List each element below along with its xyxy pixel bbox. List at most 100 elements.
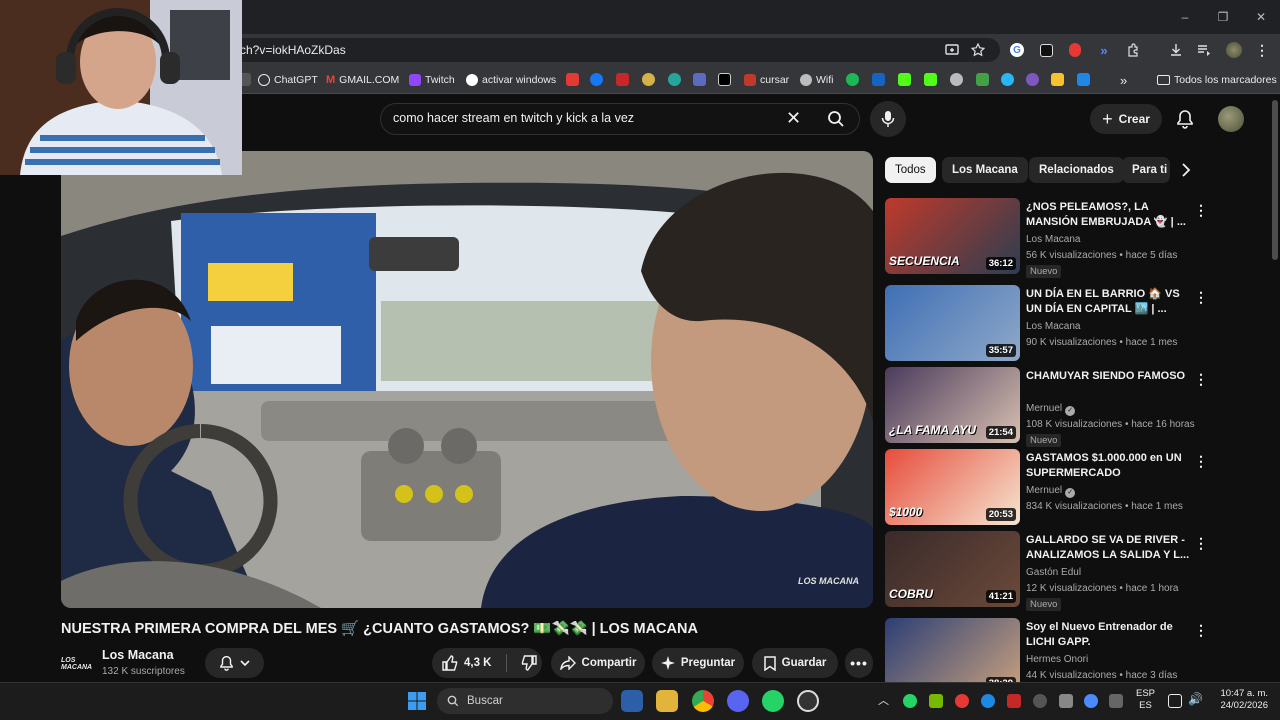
volume-icon[interactable]: 🔊 <box>1188 692 1203 706</box>
recommendation-card[interactable]: COBRU 41:21 GALLARDO SE VA DE RIVER - ANAL… <box>885 531 1265 611</box>
video-thumbnail[interactable]: ¿LA FAMA AYU 21:54 <box>885 367 1020 443</box>
microphone-tray-icon[interactable] <box>1084 694 1098 708</box>
chips-next-button[interactable] <box>1180 162 1196 180</box>
all-bookmarks-folder[interactable]: Todos los marcadores <box>1157 71 1277 89</box>
recommendation-channel[interactable]: Los Macana <box>1026 234 1080 245</box>
profile-avatar-icon[interactable] <box>1224 40 1244 60</box>
maximize-button[interactable]: ❐ <box>1204 0 1242 34</box>
recommendation-title[interactable]: ¿NOS PELEAMOS?, LA MANSIÓN EMBRUJADA 👻 |… <box>1026 200 1191 230</box>
clock[interactable]: 10:47 a. m. 24/02/2026 <box>1212 688 1268 712</box>
bookmark-icon[interactable] <box>1051 73 1064 86</box>
bookmark-chatgpt[interactable]: ChatGPT <box>258 71 318 89</box>
language-indicator[interactable]: ESP ES <box>1136 688 1155 712</box>
more-vertical-icon[interactable]: ⋮ <box>1194 535 1208 551</box>
recommendation-channel[interactable]: Los Macana <box>1026 321 1080 332</box>
start-button[interactable] <box>406 690 428 712</box>
bookmark-icon[interactable] <box>1026 73 1039 86</box>
video-thumbnail[interactable]: COBRU 41:21 <box>885 531 1020 607</box>
extension-blue-icon[interactable]: » <box>1094 40 1114 60</box>
kick-bookmark-icon[interactable] <box>898 73 911 86</box>
recommendation-channel[interactable]: Hermes Onori <box>1026 654 1088 665</box>
recommendation-channel[interactable]: Gastón Edul <box>1026 567 1081 578</box>
recommendation-card[interactable]: SECUENCIA 36:12 ¿NOS PELEAMOS?, LA MANSIÓN… <box>885 198 1265 278</box>
more-vertical-icon[interactable]: ⋮ <box>1194 453 1208 469</box>
spotify-bookmark-icon[interactable] <box>846 73 859 86</box>
recommendation-card[interactable]: $1000 20:53 GASTAMOS $1.000.000 en UN SUPE… <box>885 449 1265 529</box>
bookmark-gmail[interactable]: M GMAIL.COM <box>326 71 399 89</box>
keyboard-tray-icon[interactable] <box>1109 694 1123 708</box>
channel-avatar[interactable]: LOS MACANA <box>61 648 93 680</box>
recommendation-channel[interactable]: Mernuel ✓ <box>1026 485 1076 498</box>
bookmark-icon[interactable] <box>872 73 885 86</box>
chip-los-macana[interactable]: Los Macana <box>942 157 1028 183</box>
chrome-icon[interactable] <box>692 690 714 712</box>
bookmark-icon[interactable] <box>642 73 655 86</box>
bookmark-icon[interactable] <box>976 73 989 86</box>
downloads-icon[interactable] <box>1166 40 1186 60</box>
like-button[interactable]: 4,3 K <box>442 655 492 671</box>
tray-icon[interactable] <box>1033 694 1047 708</box>
minimize-button[interactable]: – <box>1166 0 1204 34</box>
tray-icon[interactable] <box>955 694 969 708</box>
bookmark-icon[interactable] <box>668 73 681 86</box>
file-explorer-icon[interactable] <box>656 690 678 712</box>
usb-tray-icon[interactable] <box>1059 694 1073 708</box>
dislike-button[interactable] <box>521 655 537 671</box>
extensions-puzzle-icon[interactable] <box>1123 40 1143 60</box>
kick-bookmark-icon[interactable] <box>924 73 937 86</box>
notifications-button[interactable] <box>1172 106 1198 132</box>
create-button[interactable]: + Crear <box>1090 104 1162 134</box>
chip-relacionados[interactable]: Relacionados <box>1029 157 1124 183</box>
facebook-bookmark-icon[interactable] <box>590 73 603 86</box>
recommendation-title[interactable]: UN DÍA EN EL BARRIO 🏠 VS UN DÍA EN CAPIT… <box>1026 287 1191 317</box>
bookmark-activar-windows[interactable]: activar windows <box>466 71 556 89</box>
bookmark-icon[interactable] <box>693 73 706 86</box>
recommendation-card[interactable]: ¿LA FAMA AYU 21:54 CHAMUYAR SIENDO FAMOSO M… <box>885 367 1265 447</box>
video-player[interactable]: LOS MACANA <box>61 151 873 608</box>
chip-para-ti[interactable]: Para ti <box>1122 157 1170 183</box>
extension-red-icon[interactable] <box>1065 40 1085 60</box>
bookmark-icon[interactable] <box>1077 73 1090 86</box>
discord-icon[interactable] <box>727 690 749 712</box>
store-app-icon[interactable] <box>621 690 643 712</box>
tray-overflow-icon[interactable]: ︿ <box>878 692 889 708</box>
more-vertical-icon[interactable]: ⋮ <box>1194 622 1208 638</box>
video-thumbnail[interactable]: 35:57 <box>885 285 1020 361</box>
chip-todos[interactable]: Todos <box>885 157 936 183</box>
search-button[interactable] <box>816 104 856 134</box>
taskbar-search[interactable]: Buscar <box>437 688 613 714</box>
bookmark-icon[interactable] <box>950 73 963 86</box>
bookmark-twitch[interactable]: Twitch <box>409 71 455 89</box>
recommendation-title[interactable]: GASTAMOS $1.000.000 en UN SUPERMERCADO <box>1026 451 1191 481</box>
scrollbar-thumb[interactable] <box>1272 100 1278 260</box>
browser-menu-icon[interactable]: ⋮ <box>1252 40 1272 60</box>
bookmark-icon[interactable] <box>1001 73 1014 86</box>
more-vertical-icon[interactable]: ⋮ <box>1194 371 1208 387</box>
more-vertical-icon[interactable]: ⋮ <box>1194 289 1208 305</box>
recommendation-title[interactable]: CHAMUYAR SIENDO FAMOSO <box>1026 369 1191 384</box>
google-extension-icon[interactable]: G <box>1007 40 1027 60</box>
voice-search-button[interactable] <box>870 101 906 137</box>
network-icon[interactable] <box>1168 694 1182 708</box>
search-query-text[interactable]: como hacer stream en twitch y kick a la … <box>393 111 634 125</box>
save-button[interactable]: Guardar <box>752 648 838 678</box>
address-url[interactable]: ch?v=iokHAoZkDas <box>240 43 346 57</box>
more-vertical-icon[interactable]: ⋮ <box>1194 202 1208 218</box>
recommendation-title[interactable]: Soy el Nuevo Entrenador de LICHI GAPP. <box>1026 620 1191 650</box>
close-window-button[interactable]: ✕ <box>1242 0 1280 34</box>
account-avatar[interactable] <box>1218 106 1244 132</box>
tray-icon[interactable] <box>1007 694 1021 708</box>
extension-mask-icon[interactable] <box>1036 40 1056 60</box>
channel-name[interactable]: Los Macana <box>102 648 174 662</box>
video-thumbnail[interactable]: $1000 20:53 <box>885 449 1020 525</box>
share-button[interactable]: Compartir <box>551 648 645 678</box>
bookmark-cursar[interactable]: cursar <box>744 71 789 89</box>
recommendation-channel[interactable]: Mernuel ✓ <box>1026 403 1076 416</box>
bluetooth-tray-icon[interactable] <box>981 694 995 708</box>
obs-icon[interactable] <box>797 690 819 712</box>
bookmark-wifi[interactable]: Wifi <box>800 71 834 89</box>
media-queue-icon[interactable] <box>1194 40 1214 60</box>
more-actions-button[interactable]: ••• <box>845 648 873 678</box>
bookmark-star-icon[interactable] <box>968 40 988 60</box>
subscription-bell-button[interactable] <box>205 648 264 678</box>
